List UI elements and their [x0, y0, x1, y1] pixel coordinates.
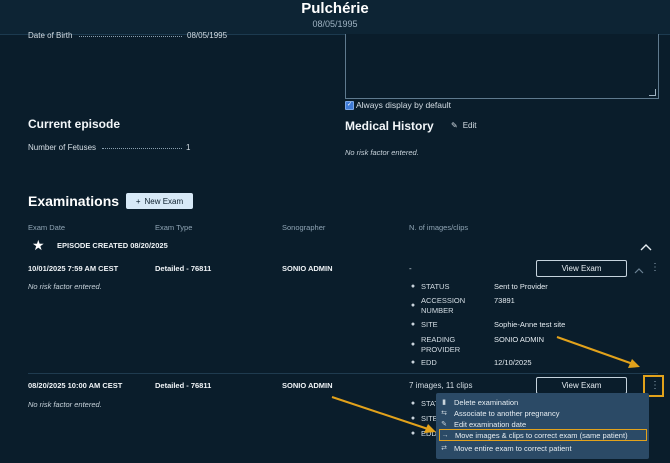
annotation-arrows	[331, 336, 640, 433]
annotation-arrow-menu	[331, 396, 429, 430]
annotation-arrow-kebab	[556, 336, 634, 365]
